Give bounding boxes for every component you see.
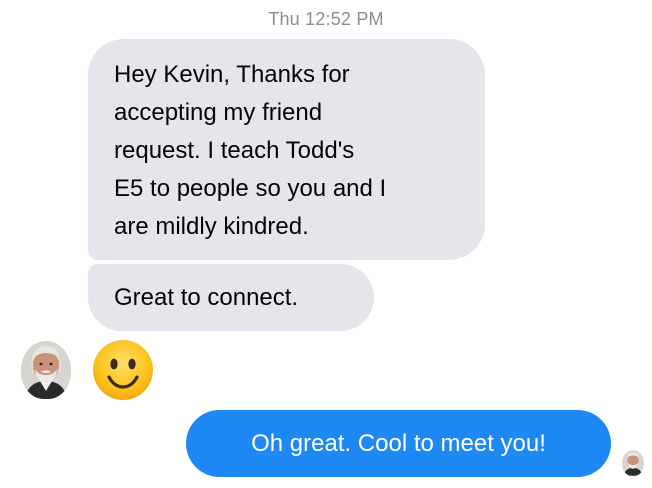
- message-text: Oh great. Cool to meet you!: [251, 429, 546, 457]
- message-timestamp: Thu 12:52 PM: [268, 9, 384, 29]
- seen-avatar-icon: [622, 450, 644, 476]
- incoming-message-bubble[interactable]: Hey Kevin, Thanks for accepting my frien…: [88, 39, 485, 260]
- message-text: Great to connect.: [114, 283, 299, 311]
- incoming-message-bubble[interactable]: Great to connect.: [88, 264, 374, 331]
- outgoing-message-bubble[interactable]: Oh great. Cool to meet you!: [186, 410, 611, 477]
- sender-avatar-icon[interactable]: [21, 341, 71, 399]
- slightly-smiling-face-icon[interactable]: [92, 339, 154, 401]
- message-thread: Thu 12:52 PM Hey Kevin, Thanks for accep…: [0, 0, 652, 488]
- message-text: Hey Kevin, Thanks for accepting my frien…: [114, 61, 387, 240]
